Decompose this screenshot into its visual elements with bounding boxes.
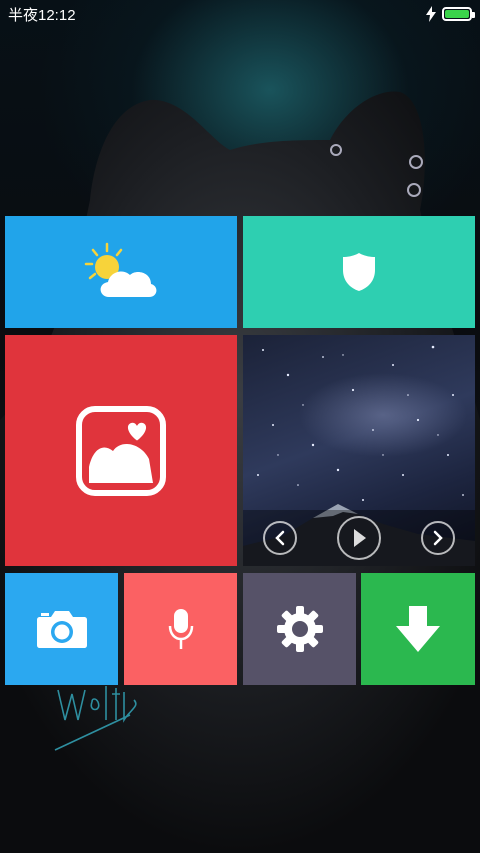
gallery-tile[interactable] xyxy=(5,335,237,566)
chevron-left-icon xyxy=(275,530,285,546)
download-tile[interactable] xyxy=(361,573,475,685)
settings-tile[interactable] xyxy=(243,573,356,685)
play-button[interactable] xyxy=(337,516,381,560)
bolt-icon xyxy=(426,6,436,22)
photo-controls xyxy=(243,510,475,566)
play-icon xyxy=(354,529,366,547)
camera-icon xyxy=(36,611,87,648)
previous-button[interactable] xyxy=(263,521,297,555)
battery-level-fill xyxy=(445,10,469,18)
next-button[interactable] xyxy=(421,521,455,555)
weather-tile[interactable] xyxy=(5,216,237,328)
status-icons xyxy=(426,6,475,22)
status-time: 半夜12:12 xyxy=(8,6,76,24)
voice-tile[interactable] xyxy=(124,573,237,685)
microphone-icon xyxy=(168,609,193,649)
gallery-heart-icon xyxy=(76,405,166,496)
download-arrow-icon xyxy=(396,606,440,652)
gear-icon xyxy=(276,606,323,652)
battery-icon xyxy=(442,7,475,21)
artist-signature xyxy=(54,686,137,751)
security-tile[interactable] xyxy=(243,216,475,328)
status-bar: 半夜12:12 xyxy=(0,0,480,28)
weather-sun-cloud-icon xyxy=(84,242,157,297)
shield-icon xyxy=(343,253,375,291)
camera-tile[interactable] xyxy=(5,573,118,685)
chevron-right-icon xyxy=(433,530,443,546)
photo-slideshow-tile[interactable] xyxy=(243,335,475,566)
